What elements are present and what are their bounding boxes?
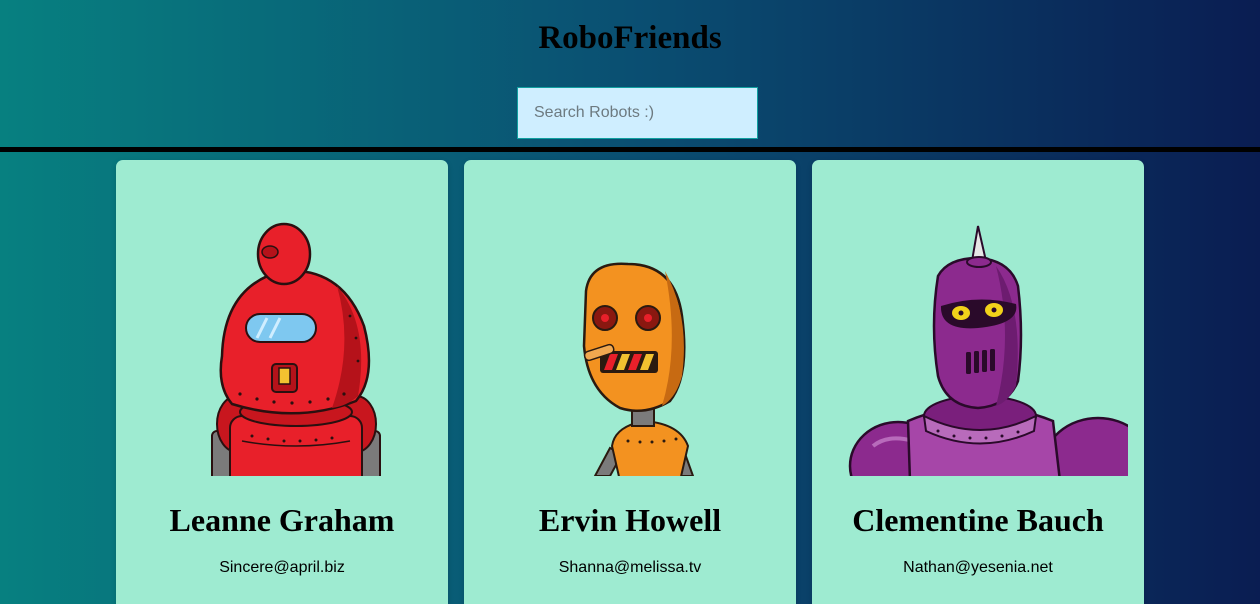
robot-name: Clementine Bauch (852, 502, 1104, 538)
robot-card[interactable]: Leanne Graham Sincere@april.biz (116, 160, 448, 604)
robot-email: Sincere@april.biz (219, 559, 345, 576)
page-header: RoboFriends (0, 0, 1260, 147)
robot-name: Leanne Graham (169, 502, 395, 538)
page-title: RoboFriends (538, 20, 722, 56)
search-input[interactable] (517, 87, 758, 139)
robot-card[interactable]: Ervin Howell Shanna@melissa.tv (464, 160, 796, 604)
robot-name: Ervin Howell (538, 502, 722, 538)
robot-email: Nathan@yesenia.net (903, 559, 1053, 576)
robot-avatar (132, 176, 432, 476)
robot-email: Shanna@melissa.tv (558, 559, 702, 576)
robot-avatar (480, 176, 780, 476)
robot-card[interactable]: Clementine Bauch Nathan@yesenia.net (812, 160, 1144, 604)
robot-avatar (828, 176, 1128, 476)
header-divider (0, 147, 1260, 152)
